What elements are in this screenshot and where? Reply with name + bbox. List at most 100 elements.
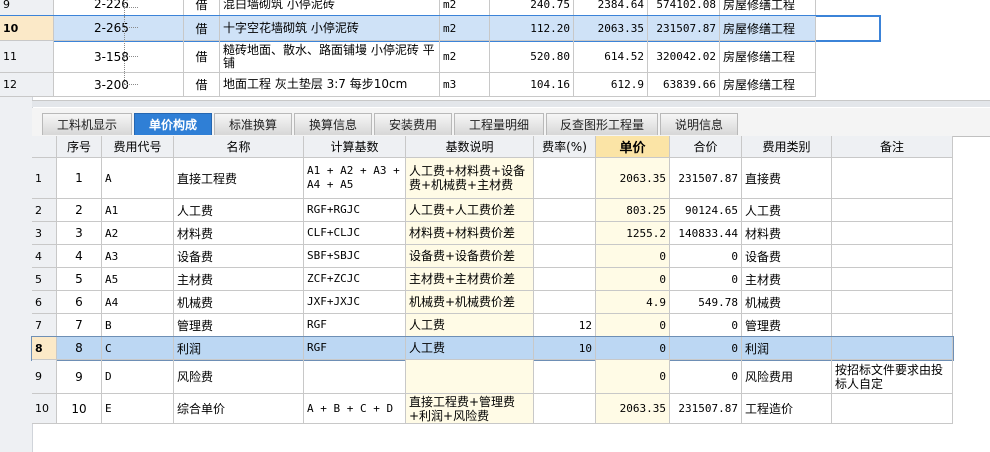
- cell-desc[interactable]: 人工费+材料费+设备费+机械费+主材费: [406, 158, 534, 199]
- cell-base[interactable]: A1 + A2 + A3 + A4 + A5: [304, 158, 406, 199]
- cell-category[interactable]: 利润: [742, 337, 832, 360]
- cell-seq[interactable]: 1: [57, 158, 102, 199]
- cell-name[interactable]: 风险费: [174, 360, 304, 394]
- item-code[interactable]: 2-226: [54, 0, 184, 16]
- table-row[interactable]: 3 3 A2 材料费 CLF+CLJC 材料费+材料费价差 1255.2 140833.44 材…: [32, 222, 953, 245]
- cell-rate[interactable]: [534, 245, 596, 268]
- cell-rate[interactable]: [534, 291, 596, 314]
- cell-category[interactable]: 材料费: [742, 222, 832, 245]
- cell-base[interactable]: RGF: [304, 314, 406, 337]
- cell-category[interactable]: 机械费: [742, 291, 832, 314]
- cell-seq[interactable]: 5: [57, 268, 102, 291]
- cell-category[interactable]: 主材费: [742, 268, 832, 291]
- table-row[interactable]: 4 4 A3 设备费 SBF+SBJC 设备费+设备费价差 0 0 设备费: [32, 245, 953, 268]
- item-code[interactable]: 3-158: [54, 41, 184, 73]
- cell-code[interactable]: A5: [102, 268, 174, 291]
- cell-code[interactable]: A3: [102, 245, 174, 268]
- cell-name[interactable]: 管理费: [174, 314, 304, 337]
- cell-note[interactable]: 按招标文件要求由投标人自定: [832, 360, 953, 394]
- table-row[interactable]: 5 5 A5 主材费 ZCF+ZCJC 主材费+主材费价差 0 0 主材费: [32, 268, 953, 291]
- cell-total[interactable]: 0: [670, 360, 742, 394]
- cell-name[interactable]: 材料费: [174, 222, 304, 245]
- cell-rate[interactable]: [534, 360, 596, 394]
- cell-rate[interactable]: 12: [534, 314, 596, 337]
- item-row[interactable]: 9 2-226 借 混白墙砌筑 小停泥砖 m2 240.75 2384.64 5…: [0, 0, 880, 16]
- col-name[interactable]: 名称: [174, 136, 304, 158]
- cell-code[interactable]: B: [102, 314, 174, 337]
- tab-unit-price-composition[interactable]: 单价构成: [134, 113, 212, 135]
- cell-desc[interactable]: 机械费+机械费价差: [406, 291, 534, 314]
- cell-code[interactable]: C: [102, 337, 174, 360]
- horizontal-splitter[interactable]: [32, 100, 990, 107]
- cell-name[interactable]: 主材费: [174, 268, 304, 291]
- cell-total[interactable]: 231507.87: [670, 158, 742, 199]
- tab-reverse-graphic-quantity[interactable]: 反查图形工程量: [546, 113, 658, 135]
- tab-conversion-info[interactable]: 换算信息: [294, 113, 372, 135]
- tab-installation-cost[interactable]: 安装费用: [374, 113, 452, 135]
- cell-desc[interactable]: 主材费+主材费价差: [406, 268, 534, 291]
- cell-code[interactable]: A4: [102, 291, 174, 314]
- cell-code[interactable]: A1: [102, 199, 174, 222]
- cell-base[interactable]: [304, 360, 406, 394]
- cell-seq[interactable]: 4: [57, 245, 102, 268]
- cell-total[interactable]: 0: [670, 268, 742, 291]
- cell-name[interactable]: 设备费: [174, 245, 304, 268]
- cell-seq[interactable]: 10: [57, 394, 102, 424]
- cell-seq[interactable]: 8: [57, 337, 102, 360]
- tab-description[interactable]: 说明信息: [660, 113, 738, 135]
- cell-seq[interactable]: 6: [57, 291, 102, 314]
- cell-price[interactable]: 0: [596, 337, 670, 360]
- col-rate[interactable]: 费率(%): [534, 136, 596, 158]
- cell-desc[interactable]: 设备费+设备费价差: [406, 245, 534, 268]
- cell-total[interactable]: 231507.87: [670, 394, 742, 424]
- cell-name[interactable]: 人工费: [174, 199, 304, 222]
- table-row[interactable]: 2 2 A1 人工费 RGF+RGJC 人工费+人工费价差 803.25 90124.65 人工…: [32, 199, 953, 222]
- tab-labor-material-machine[interactable]: 工料机显示: [42, 113, 132, 135]
- cell-category[interactable]: 直接费: [742, 158, 832, 199]
- item-row[interactable]: 12 3-200 借 地面工程 灰土垫层 3:7 每步10cm m3 104.1…: [0, 73, 880, 97]
- cell-note[interactable]: [832, 245, 953, 268]
- cell-price[interactable]: 2063.35: [596, 158, 670, 199]
- col-desc[interactable]: 基数说明: [406, 136, 534, 158]
- cell-price[interactable]: 0: [596, 314, 670, 337]
- table-row-selected[interactable]: 8 8 C 利润 RGF 人工费 10 0 0 利润: [31, 336, 954, 361]
- cell-code[interactable]: A: [102, 158, 174, 199]
- cell-desc[interactable]: 材料费+材料费价差: [406, 222, 534, 245]
- cell-desc[interactable]: 人工费: [406, 314, 534, 337]
- cell-note[interactable]: [832, 222, 953, 245]
- cell-base[interactable]: ZCF+ZCJC: [304, 268, 406, 291]
- cell-rate[interactable]: [534, 268, 596, 291]
- col-price[interactable]: 单价: [596, 136, 670, 158]
- cell-base[interactable]: RGF+RGJC: [304, 199, 406, 222]
- cell-price[interactable]: 0: [596, 245, 670, 268]
- cell-name[interactable]: 直接工程费: [174, 158, 304, 199]
- cell-name[interactable]: 综合单价: [174, 394, 304, 424]
- table-row[interactable]: 1 1 A 直接工程费 A1 + A2 + A3 + A4 + A5 人工费+材料费+设备…: [32, 158, 953, 199]
- cell-total[interactable]: 0: [670, 337, 742, 360]
- item-row-selected[interactable]: 10 2-265 借 十字空花墙砌筑 小停泥砖 m2 112.20 2063.3…: [0, 15, 881, 42]
- cell-name[interactable]: 机械费: [174, 291, 304, 314]
- item-code[interactable]: 3-200: [54, 73, 184, 97]
- col-seq[interactable]: 序号: [57, 136, 102, 158]
- cell-total[interactable]: 140833.44: [670, 222, 742, 245]
- cell-total[interactable]: 90124.65: [670, 199, 742, 222]
- cell-rate[interactable]: [534, 199, 596, 222]
- cell-category[interactable]: 风险费用: [742, 360, 832, 394]
- cell-total[interactable]: 0: [670, 245, 742, 268]
- cell-category[interactable]: 工程造价: [742, 394, 832, 424]
- cell-price[interactable]: 0: [596, 360, 670, 394]
- cell-note[interactable]: [832, 291, 953, 314]
- cell-base[interactable]: A + B + C + D: [304, 394, 406, 424]
- cell-code[interactable]: A2: [102, 222, 174, 245]
- cell-base[interactable]: CLF+CLJC: [304, 222, 406, 245]
- col-total[interactable]: 合价: [670, 136, 742, 158]
- col-note[interactable]: 备注: [832, 136, 953, 158]
- table-row[interactable]: 7 7 B 管理费 RGF 人工费 12 0 0 管理费: [32, 314, 953, 337]
- cell-seq[interactable]: 7: [57, 314, 102, 337]
- cell-category[interactable]: 人工费: [742, 199, 832, 222]
- col-code[interactable]: 费用代号: [102, 136, 174, 158]
- cell-name[interactable]: 利润: [174, 337, 304, 360]
- tab-quantity-detail[interactable]: 工程量明细: [454, 113, 544, 135]
- cell-price[interactable]: 4.9: [596, 291, 670, 314]
- cell-desc[interactable]: 人工费+人工费价差: [406, 199, 534, 222]
